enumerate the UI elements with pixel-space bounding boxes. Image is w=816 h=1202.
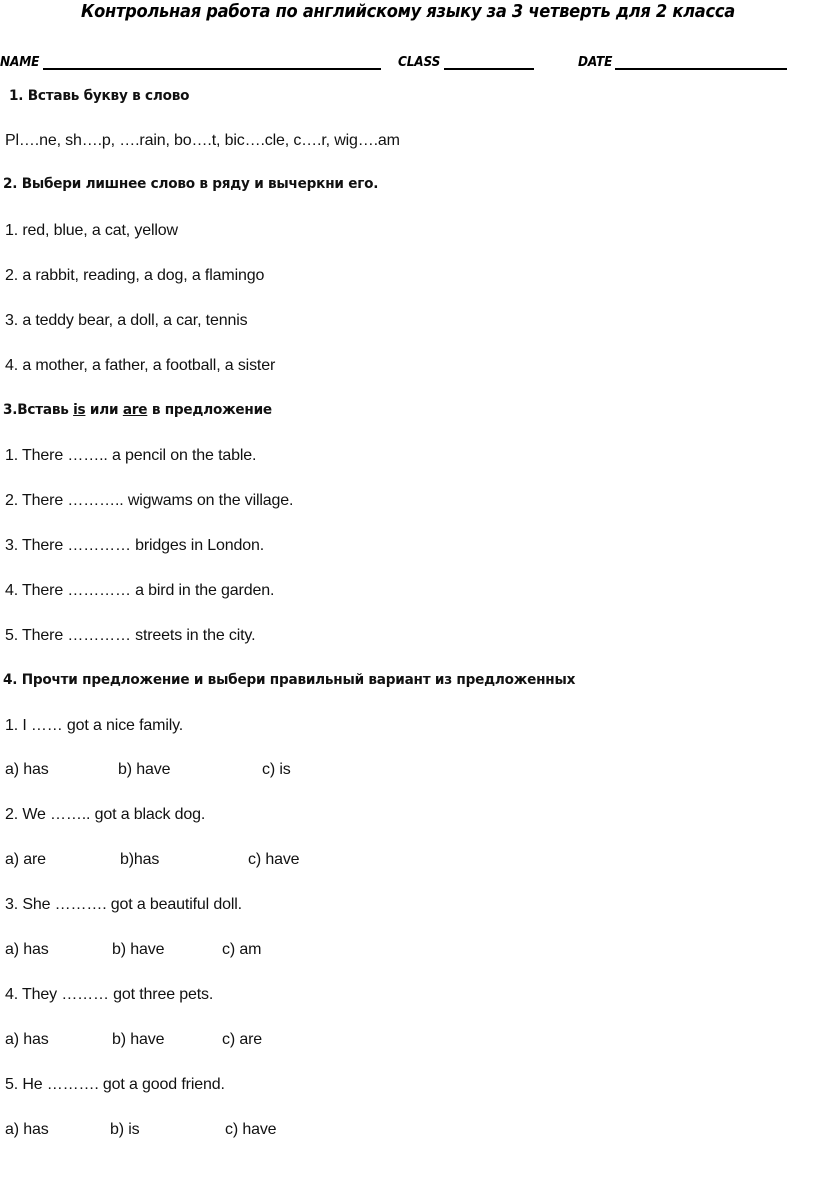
name-label: NAME bbox=[0, 54, 40, 70]
option-c[interactable]: c) are bbox=[222, 1031, 262, 1049]
task-2-item: 1. red, blue, a cat, yellow bbox=[5, 222, 178, 239]
task-4-options-row: a) are b)has c) have bbox=[0, 851, 816, 873]
date-write-line[interactable] bbox=[615, 54, 787, 70]
task-4-options-row: a) has b) have c) are bbox=[0, 1031, 816, 1053]
option-a[interactable]: a) has bbox=[5, 941, 49, 959]
task-4-question-prompt: 4. They ……… got three pets. bbox=[5, 986, 214, 1003]
option-c[interactable]: c) am bbox=[222, 941, 261, 959]
task-3-heading-middle: или bbox=[85, 402, 123, 418]
task-3-item: 5. There ………… streets in the city. bbox=[5, 627, 256, 644]
task-4-question-prompt: 1. I …… got a nice family. bbox=[5, 717, 184, 734]
task-1-heading: 1. Вставь букву в слово bbox=[9, 88, 190, 104]
option-c[interactable]: c) have bbox=[248, 851, 300, 869]
worksheet-page: Контрольная работа по английскому языку … bbox=[0, 0, 816, 1202]
task-2-heading: 2. Выбери лишнее слово в ряду и вычеркни… bbox=[3, 176, 379, 192]
task-4-options-row: a) has b) have c) am bbox=[0, 941, 816, 963]
option-a[interactable]: a) has bbox=[5, 1121, 49, 1139]
task-3-item: 4. There ………… a bird in the garden. bbox=[5, 582, 275, 599]
option-a[interactable]: a) has bbox=[5, 1031, 49, 1049]
task-3-heading: 3.Вставь is или are в предложение bbox=[3, 402, 272, 418]
task-3-heading-suffix: в предложение bbox=[147, 402, 272, 418]
task-4-options-row: a) has b) is c) have bbox=[0, 1121, 816, 1143]
task-3-keyword-is: is bbox=[73, 402, 86, 418]
student-info-row: NAME CLASS DATE bbox=[0, 44, 816, 70]
option-a[interactable]: a) are bbox=[5, 851, 46, 869]
task-4-question-prompt: 2. We …….. got a black dog. bbox=[5, 806, 206, 823]
option-b[interactable]: b) have bbox=[112, 941, 164, 959]
option-c[interactable]: c) have bbox=[225, 1121, 277, 1139]
class-label: CLASS bbox=[398, 54, 441, 70]
option-b[interactable]: b) have bbox=[118, 761, 170, 779]
task-3-heading-prefix: 3.Вставь bbox=[3, 402, 74, 418]
task-3-keyword-are: are bbox=[122, 402, 148, 418]
page-title: Контрольная работа по английскому языку … bbox=[81, 2, 735, 22]
task-4-question-prompt: 3. She ………. got a beautiful doll. bbox=[5, 896, 242, 913]
task-2-item: 2. a rabbit, reading, a dog, a flamingo bbox=[5, 267, 265, 284]
date-label: DATE bbox=[578, 54, 613, 70]
date-field[interactable]: DATE bbox=[578, 54, 787, 70]
class-write-line[interactable] bbox=[443, 54, 534, 70]
option-b[interactable]: b) is bbox=[110, 1121, 140, 1139]
task-4-options-row: a) has b) have c) is bbox=[0, 761, 816, 783]
task-4-heading: 4. Прочти предложение и выбери правильны… bbox=[3, 672, 576, 688]
task-3-item: 1. There …….. a pencil on the table. bbox=[5, 447, 257, 464]
option-a[interactable]: a) has bbox=[5, 761, 49, 779]
option-c[interactable]: c) is bbox=[262, 761, 291, 779]
name-field[interactable]: NAME bbox=[0, 54, 381, 70]
task-3-item: 3. There ………… bridges in London. bbox=[5, 537, 265, 554]
class-field[interactable]: CLASS bbox=[398, 54, 534, 70]
option-b[interactable]: b)has bbox=[120, 851, 159, 869]
name-write-line[interactable] bbox=[42, 54, 381, 70]
task-2-item: 3. a teddy bear, a doll, a car, tennis bbox=[5, 312, 248, 329]
option-b[interactable]: b) have bbox=[112, 1031, 164, 1049]
task-1-content: Pl….ne, sh….p, ….rain, bo….t, bic….cle, … bbox=[5, 132, 400, 149]
task-4-question-prompt: 5. He ………. got a good friend. bbox=[5, 1076, 225, 1093]
task-2-item: 4. a mother, a father, a football, a sis… bbox=[5, 357, 276, 374]
task-3-item: 2. There ……….. wigwams on the village. bbox=[5, 492, 294, 509]
